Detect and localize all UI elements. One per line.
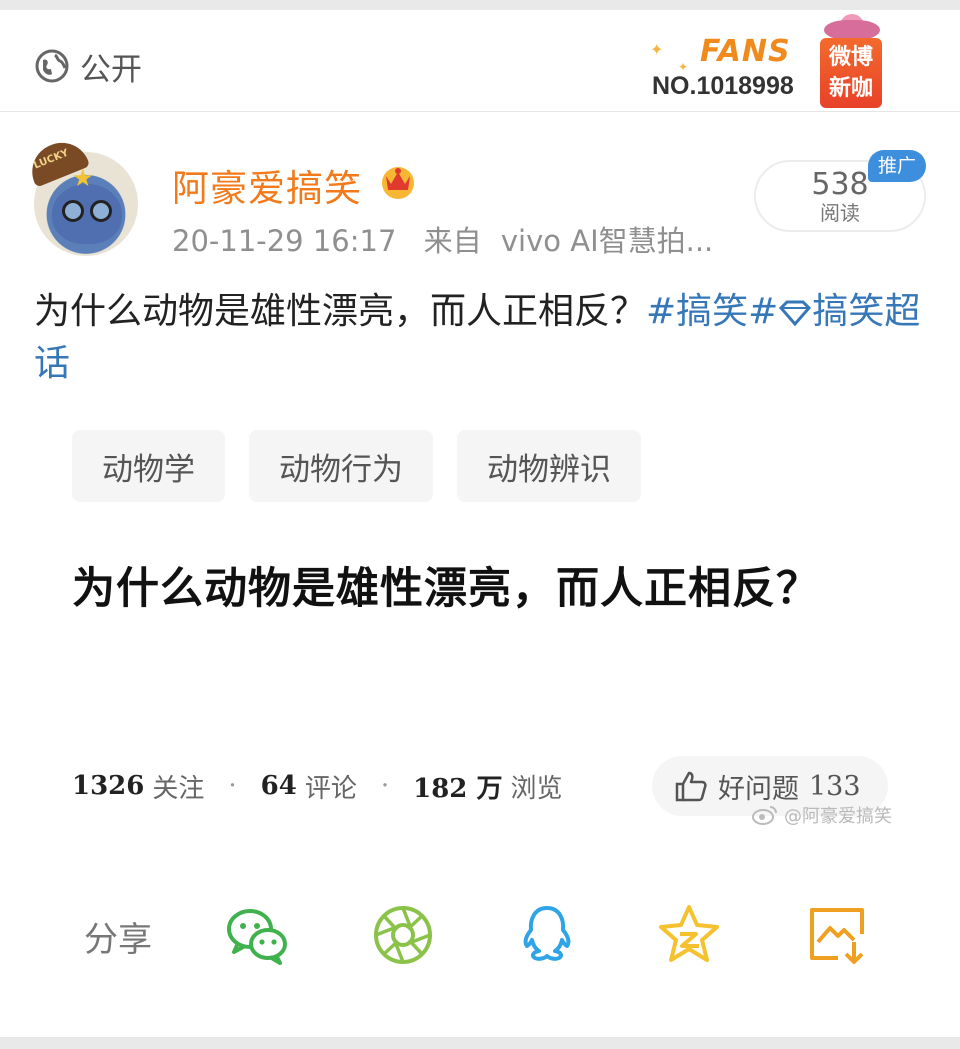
hashtag-link[interactable]: #搞笑# bbox=[646, 291, 778, 332]
stats-separator: · bbox=[380, 771, 390, 801]
globe-icon bbox=[35, 49, 69, 83]
qq-icon[interactable] bbox=[514, 902, 580, 968]
moments-icon[interactable] bbox=[370, 902, 436, 968]
author-name[interactable]: 阿豪爱搞笑 bbox=[172, 158, 362, 212]
diamond-icon bbox=[779, 300, 812, 327]
vip-crown-icon bbox=[382, 167, 414, 199]
weibo-xinka-logo: 微博 新咖 bbox=[820, 38, 882, 108]
fans-badge[interactable]: ✦ ✦ FANS NO.1018998 微博 新咖 bbox=[650, 14, 890, 112]
good-question-label: 好问题 bbox=[718, 773, 799, 805]
promote-badge[interactable]: 推广 bbox=[868, 150, 926, 182]
post-source-prefix: 来自 bbox=[423, 224, 482, 258]
post-source-device[interactable]: vivo AI智慧拍... bbox=[501, 224, 713, 258]
topic-chip[interactable]: 动物学 bbox=[72, 430, 225, 502]
qzone-icon[interactable] bbox=[656, 902, 722, 968]
wechat-icon[interactable] bbox=[224, 902, 290, 968]
question-title[interactable]: 为什么动物是雄性漂亮，而人正相反？ bbox=[72, 556, 852, 622]
visibility-indicator[interactable]: 公开 bbox=[34, 46, 142, 88]
question-stats: 1326 关注 · 64 评论 · 182 万 浏览 bbox=[72, 766, 562, 806]
hat-label: LUCKY bbox=[32, 147, 71, 172]
sunglasses-icon bbox=[62, 200, 84, 222]
post-meta: 20-11-29 16:17 来自 vivo AI智慧拍... bbox=[172, 218, 713, 260]
sparkle-icon: ✦ bbox=[650, 40, 664, 59]
weibo-post-card: 公开 ✦ ✦ FANS NO.1018998 微博 新咖 LUCKY ★ 阿豪爱… bbox=[0, 0, 960, 1049]
share-label: 分享 bbox=[84, 920, 152, 960]
watermark-text: @阿豪爱搞笑 bbox=[784, 806, 892, 827]
comment-label: 评论 bbox=[304, 773, 357, 804]
topic-chips: 动物学 动物行为 动物辨识 bbox=[72, 430, 641, 502]
weibo-logo-icon bbox=[752, 806, 777, 825]
post-body: 为什么动物是雄性漂亮，而人正相反？ bbox=[34, 291, 647, 332]
star-icon: ★ bbox=[72, 164, 94, 192]
visibility-label: 公开 bbox=[80, 51, 142, 88]
post-text: 为什么动物是雄性漂亮，而人正相反？#搞笑# 搞笑超话 bbox=[34, 286, 934, 390]
sunglasses-icon bbox=[90, 200, 112, 222]
weibo-xinka-logo-line2: 新咖 bbox=[828, 76, 873, 101]
weibo-watermark: @阿豪爱搞笑 bbox=[752, 802, 892, 828]
thumbs-up-icon bbox=[675, 771, 707, 802]
fans-badge-word: FANS bbox=[700, 34, 791, 69]
comment-count: 64 bbox=[260, 771, 297, 801]
post-header-bar: 公开 ✦ ✦ FANS NO.1018998 微博 新咖 bbox=[0, 14, 960, 112]
topic-chip[interactable]: 动物行为 bbox=[249, 430, 433, 502]
post-time: 20-11-29 16:17 bbox=[172, 224, 397, 258]
fans-badge-number: NO.1018998 bbox=[652, 72, 794, 100]
follow-label: 关注 bbox=[152, 773, 205, 804]
ufo-icon-base bbox=[824, 20, 880, 40]
good-question-count: 133 bbox=[809, 770, 861, 802]
follow-count: 1326 bbox=[72, 771, 145, 801]
read-label: 阅读 bbox=[820, 201, 860, 225]
stats-separator: · bbox=[228, 771, 237, 801]
view-label: 浏览 bbox=[510, 773, 563, 804]
author-avatar[interactable]: LUCKY ★ bbox=[23, 134, 138, 256]
view-count: 182 万 bbox=[413, 773, 503, 804]
weibo-xinka-logo-line1: 微博 bbox=[828, 45, 873, 70]
save-image-icon[interactable] bbox=[804, 902, 870, 968]
topic-chip[interactable]: 动物辨识 bbox=[457, 430, 641, 502]
